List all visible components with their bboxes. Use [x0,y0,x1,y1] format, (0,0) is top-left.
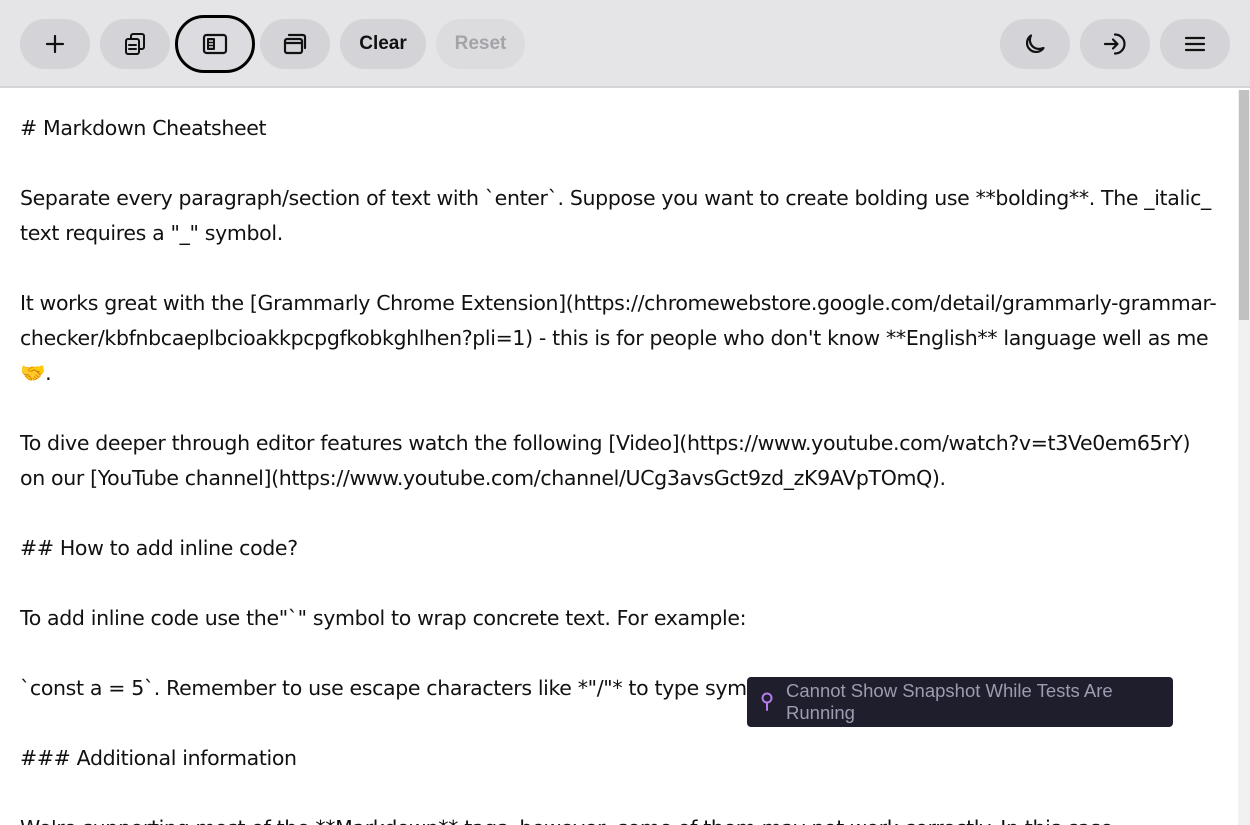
plus-icon [45,34,65,54]
sign-in-icon [1103,33,1126,55]
sidebar-layout-icon [202,33,228,55]
moon-icon [1026,34,1045,53]
split-view-button[interactable] [175,15,255,73]
copy-button[interactable] [100,19,170,69]
menu-button[interactable] [1160,19,1230,69]
scrollbar-thumb[interactable] [1239,90,1249,320]
theme-toggle-button[interactable] [1000,19,1070,69]
clear-button[interactable]: Clear [340,19,426,69]
pin-icon [760,692,774,712]
toast-message: Cannot Show Snapshot While Tests Are Run… [786,680,1113,723]
sign-in-button[interactable] [1080,19,1150,69]
windows-icon [283,33,307,55]
window-button[interactable] [260,19,330,69]
hamburger-menu-icon [1184,36,1206,52]
copy-icon [125,33,145,55]
add-button[interactable] [20,19,90,69]
reset-button[interactable]: Reset [436,19,525,69]
snapshot-toast: Cannot Show Snapshot While Tests Are Run… [747,677,1173,727]
toolbar: Clear Reset [0,0,1250,88]
editor-scrollbar[interactable] [1238,90,1250,825]
